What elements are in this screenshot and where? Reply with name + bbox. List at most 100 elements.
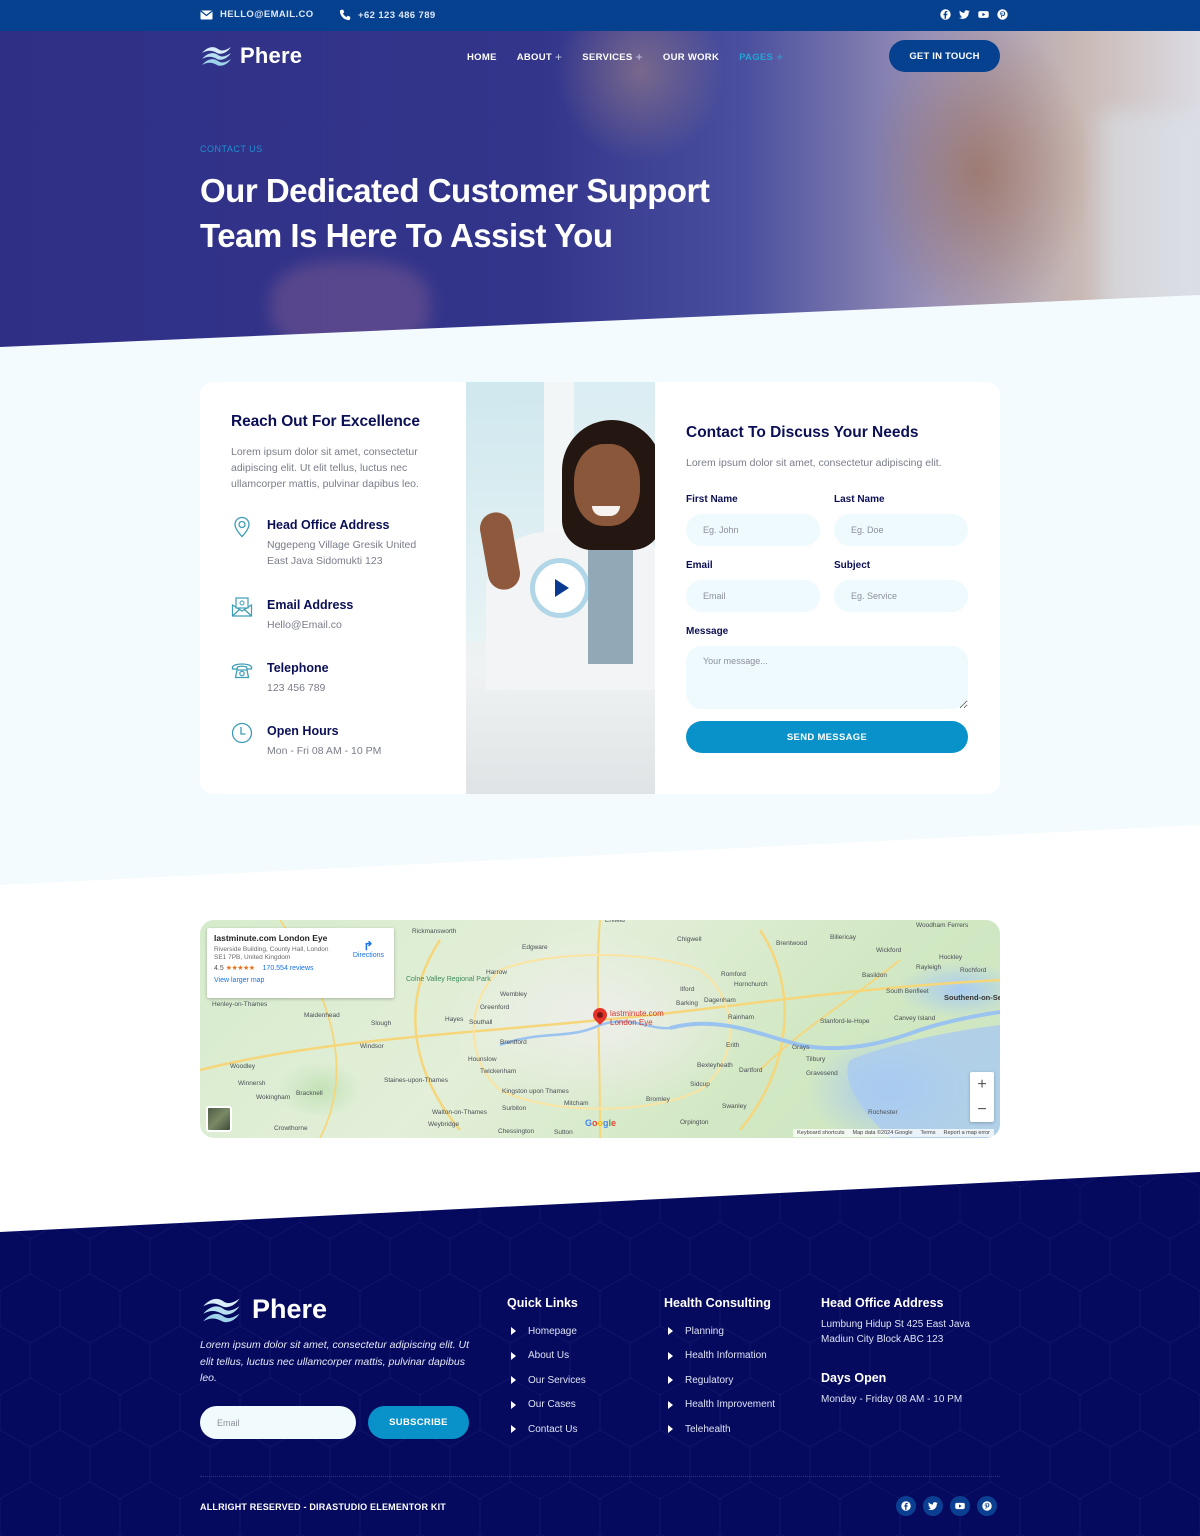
- keyboard-shortcuts-link[interactable]: Keyboard shortcuts: [797, 1130, 844, 1136]
- location-pin-icon: [234, 516, 250, 538]
- footer-link[interactable]: Homepage: [507, 1319, 586, 1344]
- map-place-label: Basildon: [862, 972, 887, 979]
- footer-link[interactable]: Planning: [664, 1319, 775, 1344]
- youtube-icon[interactable]: [978, 9, 989, 20]
- footer-logo[interactable]: Phere: [200, 1294, 327, 1325]
- photo-detail: [588, 534, 633, 664]
- photo-detail: [466, 690, 655, 794]
- nav-item-services[interactable]: SERVICES +: [582, 50, 643, 64]
- caret-right-icon: [511, 1376, 516, 1385]
- youtube-icon[interactable]: [950, 1496, 970, 1516]
- footer-link[interactable]: Health Information: [664, 1344, 775, 1369]
- play-video-button[interactable]: [535, 563, 585, 613]
- google-map[interactable]: Rickmansworth Edgware Chigwell Brentwood Bil…: [200, 920, 1000, 1138]
- facebook-icon[interactable]: [940, 9, 951, 20]
- nav-label: HOME: [467, 51, 497, 63]
- caret-right-icon: [511, 1351, 516, 1360]
- caret-right-icon: [668, 1327, 673, 1336]
- map-place-label: Sutton: [554, 1129, 573, 1136]
- nav-label: ABOUT: [516, 51, 552, 63]
- days-open-text: Monday - Friday 08 AM - 10 PM: [821, 1394, 963, 1405]
- form-title: Contact To Discuss Your Needs: [686, 424, 919, 441]
- info-detail: Mon - Fri 08 AM - 10 PM: [267, 745, 382, 757]
- email-input[interactable]: [686, 580, 820, 612]
- map-place-label: Bromley: [646, 1096, 670, 1103]
- map-place-label: Brentford: [500, 1039, 527, 1046]
- topbar-email[interactable]: HELLO@EMAIL.CO: [200, 9, 314, 20]
- place-rating: 4.5 ★★★★★ 170.554 reviews: [214, 964, 387, 972]
- twitter-icon[interactable]: [923, 1496, 943, 1516]
- brand-name: Phere: [240, 43, 303, 68]
- map-place-label: Mitcham: [564, 1100, 589, 1107]
- footer-link[interactable]: Regulatory: [664, 1368, 775, 1393]
- directions-button[interactable]: ↱ Directions: [353, 940, 384, 959]
- info-title: Email Address: [267, 598, 354, 612]
- message-textarea[interactable]: [686, 646, 968, 709]
- footer-link[interactable]: Contact Us: [507, 1417, 586, 1442]
- footer-socials: [896, 1496, 997, 1516]
- footer-link[interactable]: Our Services: [507, 1368, 586, 1393]
- subject-label: Subject: [834, 560, 871, 571]
- view-larger-map-link[interactable]: View larger map: [214, 977, 387, 984]
- footer-link[interactable]: Our Cases: [507, 1393, 586, 1418]
- twitter-icon[interactable]: [959, 9, 970, 20]
- get-in-touch-button[interactable]: GET IN TOUCH: [889, 40, 1000, 72]
- site-logo[interactable]: Phere: [200, 43, 302, 69]
- topbar-socials: [940, 9, 1008, 20]
- nav-item-pages[interactable]: PAGES +: [739, 50, 783, 64]
- footer-link-label: Our Services: [528, 1374, 586, 1386]
- pinterest-icon[interactable]: [977, 1496, 997, 1516]
- map-place-label: Gravesend: [806, 1070, 838, 1077]
- zoom-in-button[interactable]: +: [970, 1072, 994, 1097]
- map-place-label: Hornchurch: [734, 981, 768, 988]
- satellite-toggle[interactable]: [206, 1106, 232, 1132]
- report-error-link[interactable]: Report a map error: [944, 1130, 990, 1136]
- wave-logo-icon: [203, 1298, 240, 1322]
- map-place-label: Rochester: [868, 1109, 898, 1116]
- topbar-phone-text: +62 123 486 789: [358, 9, 436, 21]
- zoom-out-button[interactable]: −: [970, 1097, 994, 1122]
- map-place-label: Grays: [792, 1044, 810, 1051]
- reviews-link[interactable]: 170.554 reviews: [263, 965, 314, 972]
- send-message-button[interactable]: SEND MESSAGE: [686, 721, 968, 753]
- main-nav: HOME ABOUT + SERVICES + OUR WORK PAGES +: [467, 50, 804, 64]
- map-place-label: Edgware: [522, 944, 548, 951]
- hero-title-line: Our Dedicated Customer Support: [200, 172, 710, 209]
- footer-link[interactable]: Telehealth: [664, 1417, 775, 1442]
- nav-item-our-work[interactable]: OUR WORK: [663, 50, 719, 64]
- telephone-icon: [231, 663, 253, 679]
- footer-link[interactable]: About Us: [507, 1344, 586, 1369]
- terms-link[interactable]: Terms: [921, 1130, 936, 1136]
- map-place-label: Hounslow: [468, 1056, 497, 1063]
- map-place-label: Hockley: [939, 954, 963, 961]
- map-place-label: Woodham Ferrers: [916, 922, 969, 929]
- phone-icon: [339, 9, 351, 21]
- subscribe-button[interactable]: SUBSCRIBE: [368, 1406, 469, 1439]
- facebook-icon[interactable]: [896, 1496, 916, 1516]
- info-title: Head Office Address: [267, 518, 390, 532]
- last-name-input[interactable]: [834, 514, 968, 546]
- doctor-video-thumbnail[interactable]: [466, 382, 655, 794]
- topbar-phone[interactable]: +62 123 486 789: [339, 9, 436, 21]
- first-name-input[interactable]: [686, 514, 820, 546]
- first-name-label: First Name: [686, 494, 738, 505]
- map-place-label: Barking: [676, 1000, 699, 1007]
- subject-input[interactable]: [834, 580, 968, 612]
- info-detail[interactable]: Hello@Email.co: [267, 618, 427, 634]
- map-place-label: Erith: [726, 1042, 740, 1049]
- map-place-label: South Benfleet: [886, 988, 929, 995]
- map-place-label: Harrow: [486, 969, 507, 976]
- pinterest-icon[interactable]: [997, 9, 1008, 20]
- office-address: Lumbung Hidup St 425 East Java Madiun Ci…: [821, 1319, 970, 1345]
- map-place-label: Southall: [469, 1019, 493, 1026]
- newsletter-email-input[interactable]: [200, 1406, 356, 1439]
- topbar-email-text: HELLO@EMAIL.CO: [220, 9, 314, 20]
- nav-item-home[interactable]: HOME: [467, 50, 497, 64]
- map-zoom-controls: + −: [970, 1072, 994, 1122]
- nav-item-about[interactable]: ABOUT +: [517, 50, 563, 64]
- info-detail[interactable]: 123 456 789: [267, 681, 427, 697]
- caret-right-icon: [668, 1425, 673, 1434]
- form-subtitle: Lorem ipsum dolor sit amet, consectetur …: [686, 457, 942, 469]
- footer-link[interactable]: Health Improvement: [664, 1393, 775, 1418]
- map-place-label: Chessington: [498, 1128, 535, 1135]
